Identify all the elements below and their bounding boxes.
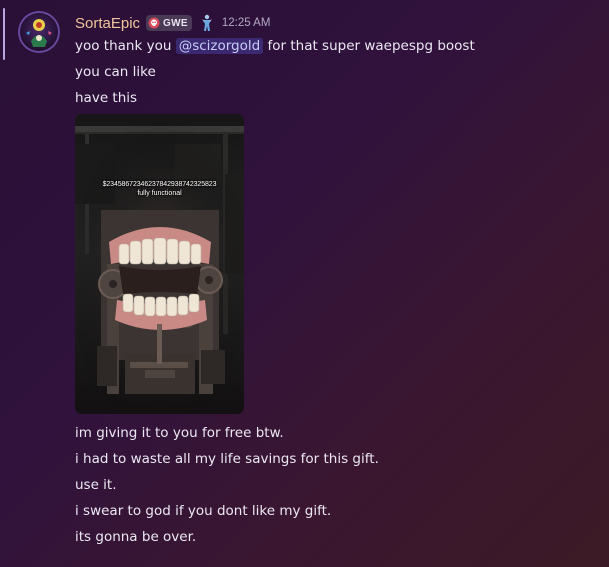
avatar-image [18,11,60,53]
attachment-caption: $23458672346237842938742325823 fully fun… [75,180,244,198]
skull-icon [148,17,160,29]
message-line-1: yoo thank you @scizorgold for that super… [75,37,475,55]
author-username[interactable]: SortaEpic [75,15,140,32]
user-mention[interactable]: @scizorgold [175,38,264,54]
attachment-caption-line-1: $23458672346237842938742325823 [102,181,217,188]
message-header: SortaEpic GWE 12:25 AM [75,12,270,34]
role-tag-label: GWE [163,17,188,29]
message-line-after-5: its gonna be over. [75,529,197,545]
message-line-after-2: i had to waste all my life savings for t… [75,451,379,467]
video-attachment[interactable]: $23458672346237842938742325823 fully fun… [75,114,244,414]
role-tag-badge[interactable]: GWE [146,15,192,31]
message-line-after-4: i swear to god if you dont like my gift. [75,503,332,519]
message-text: yoo thank you [75,38,176,54]
message-line-2: you can like [75,64,156,80]
figure-icon[interactable] [200,14,214,32]
message-line-after-3: use it. [75,477,117,493]
message-timestamp[interactable]: 12:25 AM [222,17,271,29]
message-line-3: have this [75,90,138,106]
message-line-after-1: im giving it to you for free btw. [75,425,284,441]
message-highlight-bar [3,8,5,60]
attachment-caption-line-2: fully functional [137,190,182,197]
user-avatar[interactable] [18,11,60,53]
attachment-image [75,114,244,414]
message-text: for that super waepespg boost [263,38,475,54]
